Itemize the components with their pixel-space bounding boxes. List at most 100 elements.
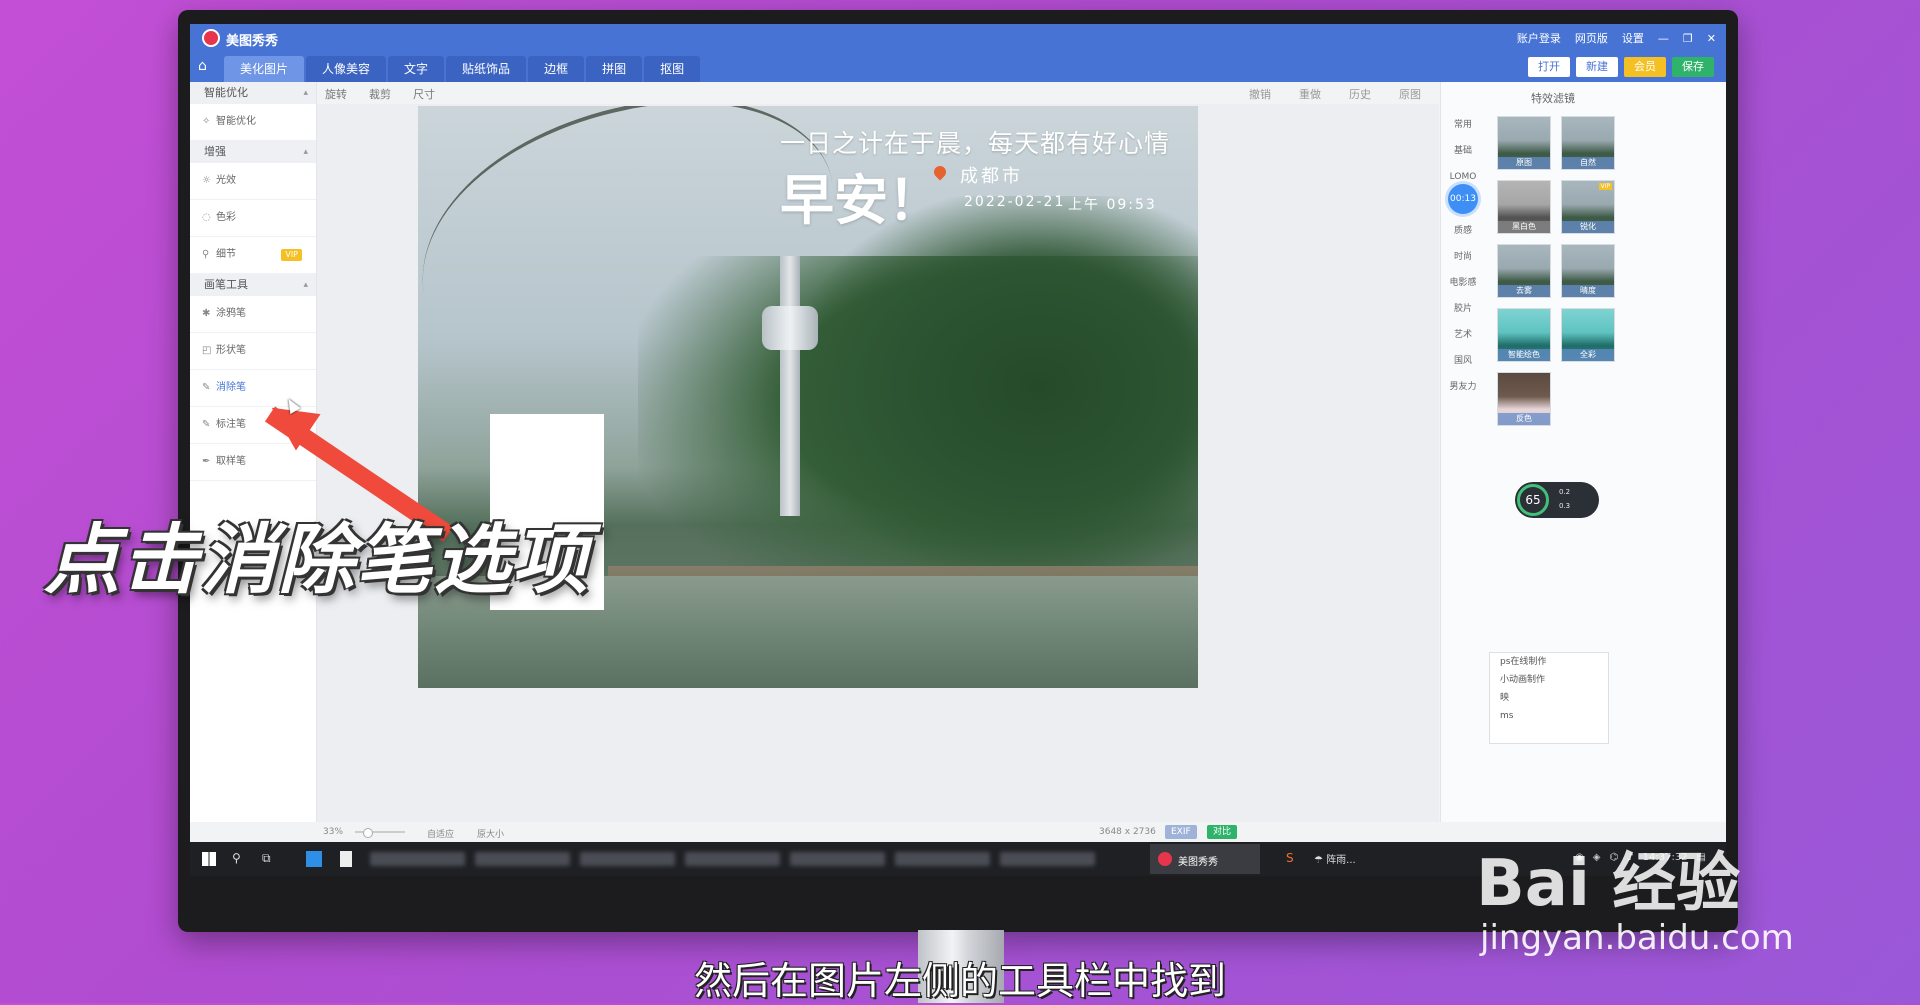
- category-art[interactable]: 艺术: [1441, 322, 1485, 348]
- desktop-icon[interactable]: [306, 851, 322, 867]
- section-brush-tools[interactable]: 画笔工具: [190, 274, 316, 296]
- category-boyfriend[interactable]: 男友力: [1441, 374, 1485, 400]
- tool-label: 光效: [216, 175, 236, 186]
- menu-item-animation[interactable]: 小动画制作: [1490, 671, 1608, 689]
- search-icon[interactable]: ⚲: [232, 851, 241, 867]
- filter-full-color[interactable]: 全彩: [1561, 308, 1615, 362]
- exif-button[interactable]: EXIF: [1165, 825, 1197, 839]
- filter-label: 反色: [1498, 413, 1550, 425]
- tool-detail[interactable]: ⚲ 细节 VIP: [190, 237, 316, 274]
- tab-cutout[interactable]: 抠图: [644, 56, 701, 82]
- left-tool-panel: 智能优化 ✧ 智能优化 增强 ☼ 光效 ◌ 色彩 ⚲ 细节 VIP 画笔工具 ✱: [190, 82, 317, 822]
- tool-smart-optimize[interactable]: ✧ 智能优化: [190, 104, 316, 141]
- taskbar-meitu-app[interactable]: 美图秀秀: [1150, 844, 1260, 874]
- restore-icon[interactable]: ❐: [1683, 32, 1693, 45]
- category-common[interactable]: 常用: [1441, 112, 1485, 138]
- baidu-watermark-url: jingyan.baidu.com: [1480, 918, 1794, 958]
- tool-label: 标注笔: [216, 419, 246, 430]
- filter-clarity[interactable]: 晴度: [1561, 244, 1615, 298]
- taskbar-blurred-item[interactable]: [475, 852, 570, 866]
- filter-panel: 特效滤镜 常用 基础 LOMO 质感 时尚 电影感 胶片 艺术 国风 男友力 0…: [1440, 82, 1726, 822]
- tab-text[interactable]: 文字: [388, 56, 445, 82]
- new-button[interactable]: 新建: [1576, 57, 1618, 77]
- filter-dehaze[interactable]: 去雾: [1497, 244, 1551, 298]
- menu-item-4[interactable]: ms: [1490, 707, 1608, 725]
- tutorial-caption: 点击消除笔选项: [44, 515, 590, 604]
- crop-button[interactable]: 裁剪: [369, 86, 391, 102]
- taskbar-blurred-item[interactable]: [370, 852, 465, 866]
- filter-natural[interactable]: 自然: [1561, 116, 1615, 170]
- app-s-icon[interactable]: S: [1286, 851, 1294, 867]
- home-icon[interactable]: ⌂: [198, 58, 216, 76]
- fit-button[interactable]: 自适应: [427, 827, 454, 840]
- tool-label: 涂鸦笔: [216, 308, 246, 319]
- taskbar-blurred-item[interactable]: [1000, 852, 1095, 866]
- web-version-link[interactable]: 网页版: [1575, 30, 1608, 46]
- category-film-feel[interactable]: 电影感: [1441, 270, 1485, 296]
- edit-toolbar: 旋转 裁剪 尺寸 撤销 重做 历史 原图: [317, 82, 1439, 104]
- tool-label: 取样笔: [216, 456, 246, 467]
- close-icon[interactable]: ✕: [1707, 32, 1716, 45]
- filter-original[interactable]: 原图: [1497, 116, 1551, 170]
- minimize-icon[interactable]: —: [1658, 32, 1669, 45]
- taskbar-blurred-item[interactable]: [790, 852, 885, 866]
- redo-button[interactable]: 重做: [1299, 86, 1321, 102]
- performance-gauge[interactable]: 65 0.2 0.3: [1515, 482, 1599, 518]
- taskbar-blurred-item[interactable]: [685, 852, 780, 866]
- tab-beautify[interactable]: 美化图片: [224, 56, 305, 82]
- compare-button[interactable]: 对比: [1207, 825, 1238, 839]
- weather-widget[interactable]: ☂ 阵雨...: [1314, 851, 1356, 867]
- original-size-button[interactable]: 原大小: [477, 827, 504, 840]
- tool-shape-pen[interactable]: ◰ 形状笔: [190, 333, 316, 370]
- tool-label: 消除笔: [216, 382, 246, 393]
- tool-light[interactable]: ☼ 光效: [190, 163, 316, 200]
- tab-portrait[interactable]: 人像美容: [306, 56, 387, 82]
- settings-link[interactable]: 设置: [1622, 30, 1644, 46]
- tool-doodle-pen[interactable]: ✱ 涂鸦笔: [190, 296, 316, 333]
- zoom-slider-knob[interactable]: [363, 828, 373, 838]
- save-button[interactable]: 保存: [1672, 57, 1714, 77]
- category-basic[interactable]: 基础: [1441, 138, 1485, 164]
- filter-invert[interactable]: 反色: [1497, 372, 1551, 426]
- canvas-area[interactable]: 一日之计在于晨，每天都有好心情 早安！ 成都市 2022-02-21 上午 09…: [317, 104, 1439, 822]
- category-texture[interactable]: 质感: [1441, 218, 1485, 244]
- original-button[interactable]: 原图: [1399, 86, 1421, 102]
- filter-categories: 常用 基础 LOMO 质感 时尚 电影感 胶片 艺术 国风 男友力: [1441, 112, 1485, 400]
- bulb-icon: ✧: [202, 116, 211, 127]
- open-button[interactable]: 打开: [1528, 57, 1570, 77]
- more-tools-menu: ps在线制作 小动画制作 映 ms: [1489, 652, 1609, 744]
- task-view-icon[interactable]: ⧉: [262, 851, 271, 867]
- account-login-link[interactable]: 账户登录: [1517, 30, 1561, 46]
- filter-sharpen[interactable]: VIP 锐化: [1561, 180, 1615, 234]
- menu-item-3[interactable]: 映: [1490, 689, 1608, 707]
- taskbar-blurred-item[interactable]: [580, 852, 675, 866]
- category-fashion[interactable]: 时尚: [1441, 244, 1485, 270]
- undo-button[interactable]: 撤销: [1249, 86, 1271, 102]
- taskbar-blurred-item[interactable]: [895, 852, 990, 866]
- menu-item-ps-online[interactable]: ps在线制作: [1490, 653, 1608, 671]
- tab-collage[interactable]: 拼图: [586, 56, 643, 82]
- vip-button[interactable]: 会员: [1624, 57, 1666, 77]
- file-icon[interactable]: [340, 851, 352, 867]
- filter-label: 智能绘色: [1498, 349, 1550, 361]
- category-film[interactable]: 胶片: [1441, 296, 1485, 322]
- section-enhance[interactable]: 增强: [190, 141, 316, 163]
- history-button[interactable]: 历史: [1349, 86, 1371, 102]
- tool-label: 形状笔: [216, 345, 246, 356]
- zoom-slider[interactable]: [355, 828, 405, 838]
- gauge-value: 65: [1517, 484, 1549, 516]
- filter-black-white[interactable]: 黑白色: [1497, 180, 1551, 234]
- tool-sample-pen[interactable]: ✒ 取样笔: [190, 444, 316, 481]
- tool-color[interactable]: ◌ 色彩: [190, 200, 316, 237]
- tab-border[interactable]: 边框: [528, 56, 585, 82]
- section-smart[interactable]: 智能优化: [190, 82, 316, 104]
- windows-start-icon[interactable]: [202, 852, 216, 866]
- filter-smart-color[interactable]: 智能绘色: [1497, 308, 1551, 362]
- resize-button[interactable]: 尺寸: [413, 86, 435, 102]
- category-chinese[interactable]: 国风: [1441, 348, 1485, 374]
- rotate-button[interactable]: 旋转: [325, 86, 347, 102]
- meitu-icon: [1158, 852, 1172, 866]
- tab-stickers[interactable]: 贴纸饰品: [446, 56, 527, 82]
- tabs: 美化图片 人像美容 文字 贴纸饰品 边框 拼图 抠图: [224, 56, 701, 82]
- tool-label: 智能优化: [216, 116, 256, 127]
